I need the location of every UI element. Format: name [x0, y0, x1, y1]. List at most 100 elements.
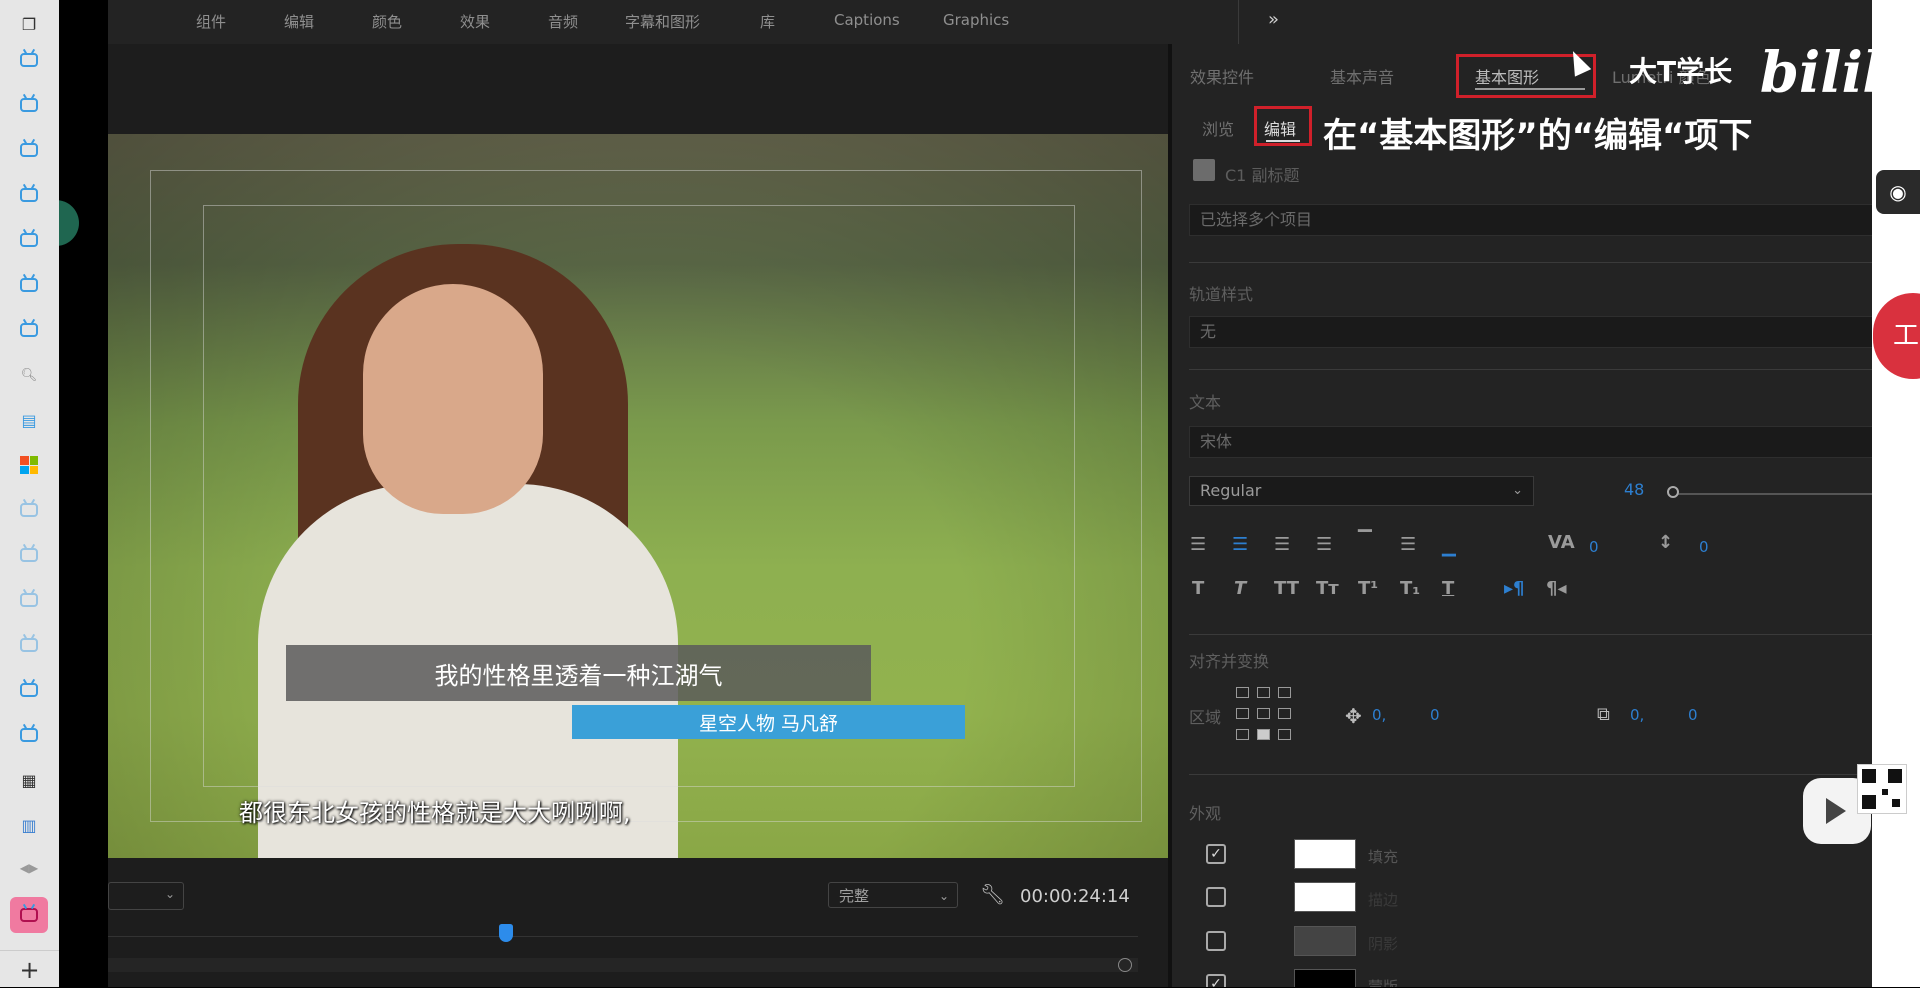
- monitor-controls: ⌄ 完整 ⌄ 🔧︎ 00:00:24:14: [108, 858, 1171, 987]
- bilibili-tab-icon[interactable]: [17, 723, 41, 747]
- fill-checkbox[interactable]: ✓: [1206, 844, 1226, 864]
- chevron-down-icon: ⌄: [938, 889, 949, 903]
- small-caps-icon[interactable]: Tт: [1316, 578, 1339, 599]
- position-x[interactable]: 0,: [1372, 706, 1386, 724]
- shadow-color-swatch[interactable]: [1294, 926, 1356, 956]
- tab-essential-sound[interactable]: 基本声音: [1330, 64, 1394, 88]
- superscript-icon[interactable]: T¹: [1358, 578, 1378, 599]
- wrench-icon[interactable]: 🔧︎: [980, 882, 1005, 906]
- ltr-direction-icon[interactable]: ▸¶: [1504, 578, 1525, 599]
- subtab-browse[interactable]: 浏览: [1202, 116, 1234, 140]
- bilibili-active-tab-icon[interactable]: [17, 903, 41, 927]
- leading-icon[interactable]: ↕: [1658, 532, 1673, 553]
- faux-bold-icon[interactable]: T: [1192, 578, 1204, 599]
- track-style-select[interactable]: 无: [1189, 316, 1872, 348]
- premiere-workspace-bar: 组件 编辑 颜色 效果 音频 字幕和图形 库 Captions Graphics…: [108, 0, 1872, 44]
- app-tab-icon[interactable]: ▥: [17, 813, 41, 837]
- letterbox: [59, 0, 108, 987]
- collapse-icon[interactable]: ◀▶: [17, 856, 41, 880]
- bilibili-tab-icon[interactable]: [17, 48, 41, 72]
- assistant-icon[interactable]: ◉: [1876, 170, 1920, 214]
- subtitle-main[interactable]: 我的性格里透着一种江湖气: [286, 645, 871, 701]
- stroke-checkbox[interactable]: [1206, 887, 1226, 907]
- position-y[interactable]: 0: [1430, 706, 1440, 724]
- shadow-checkbox[interactable]: [1206, 931, 1226, 951]
- quality-value: 完整: [839, 887, 870, 905]
- bilibili-tab-icon[interactable]: [17, 498, 41, 522]
- chevron-down-icon: ⌄: [1512, 483, 1523, 498]
- align-top-icon[interactable]: ▔: [1358, 530, 1372, 551]
- align-left-icon[interactable]: ☰: [1190, 534, 1206, 555]
- workspace-tab[interactable]: 字幕和图形: [625, 11, 700, 32]
- playback-quality-select[interactable]: 完整 ⌄: [828, 882, 958, 908]
- bilibili-tab-icon[interactable]: [17, 543, 41, 567]
- all-caps-icon[interactable]: TT: [1274, 578, 1299, 599]
- workspace-tab[interactable]: 效果: [460, 11, 490, 32]
- bilibili-tab-icon[interactable]: [17, 678, 41, 702]
- workspace-tab[interactable]: 组件: [196, 11, 226, 32]
- faux-italic-icon[interactable]: T: [1234, 578, 1246, 599]
- active-tab-underline: [1475, 88, 1585, 90]
- qr-code-icon[interactable]: [1857, 764, 1907, 814]
- font-style-select[interactable]: Regular ⌄: [1189, 476, 1534, 506]
- excel-tab-icon[interactable]: ▦: [17, 768, 41, 792]
- bilibili-tab-icon[interactable]: [17, 588, 41, 612]
- bilibili-tab-icon[interactable]: [17, 93, 41, 117]
- bilibili-tab-icon[interactable]: [17, 183, 41, 207]
- mask-color-swatch[interactable]: [1294, 969, 1356, 987]
- justify-icon[interactable]: ☰: [1316, 534, 1332, 555]
- tab-effect-controls[interactable]: 效果控件: [1190, 64, 1254, 88]
- scale-icon[interactable]: ⧉: [1597, 704, 1610, 725]
- stroke-label: 描边: [1368, 891, 1399, 909]
- align-center-icon[interactable]: ☰: [1232, 534, 1248, 555]
- bilibili-tab-icon[interactable]: [17, 228, 41, 252]
- font-size-slider[interactable]: [1670, 493, 1872, 495]
- zoom-select[interactable]: ⌄: [108, 882, 184, 910]
- workspace-tab[interactable]: 颜色: [372, 11, 402, 32]
- bilibili-tab-icon[interactable]: [17, 318, 41, 342]
- workspace-tab[interactable]: 编辑: [284, 11, 314, 32]
- shadow-label: 阴影: [1368, 935, 1399, 953]
- bilibili-tab-icon[interactable]: [17, 273, 41, 297]
- align-right-icon[interactable]: ☰: [1274, 534, 1290, 555]
- windows-tab-icon[interactable]: [17, 453, 41, 477]
- divider: [1189, 262, 1872, 263]
- leading-value[interactable]: 0: [1699, 538, 1709, 556]
- stroke-color-swatch[interactable]: [1294, 882, 1356, 912]
- rtl-direction-icon[interactable]: ¶◂: [1546, 578, 1567, 599]
- workspace-tab[interactable]: Graphics: [943, 11, 1009, 29]
- workspace-tab[interactable]: 库: [760, 11, 775, 32]
- selection-field[interactable]: 已选择多个项目: [1189, 204, 1872, 236]
- tracking-icon[interactable]: VA: [1548, 532, 1575, 553]
- playhead[interactable]: [499, 924, 514, 942]
- bilibili-tab-icon[interactable]: [17, 138, 41, 162]
- add-tab-button[interactable]: +: [0, 950, 59, 988]
- move-icon[interactable]: ✥: [1345, 704, 1362, 728]
- bilibili-tab-icon[interactable]: [17, 633, 41, 657]
- underline-icon[interactable]: T: [1442, 578, 1454, 599]
- scroll-handle-icon[interactable]: [1118, 958, 1132, 972]
- scale-x[interactable]: 0,: [1630, 706, 1644, 724]
- time-ruler[interactable]: [108, 936, 1138, 951]
- divider: [1189, 774, 1872, 775]
- font-size-value[interactable]: 48: [1624, 480, 1644, 499]
- align-bottom-icon[interactable]: ▁: [1442, 536, 1456, 557]
- subtitle-name[interactable]: 星空人物 马凡舒: [572, 705, 965, 739]
- video-frame[interactable]: 组件 编辑 颜色 效果 音频 字幕和图形 库 Captions Graphics…: [59, 0, 1872, 987]
- anchor-grid-icon[interactable]: [1236, 687, 1292, 745]
- align-middle-icon[interactable]: ☰: [1400, 534, 1416, 555]
- search-icon[interactable]: 🔍︎: [17, 363, 41, 387]
- font-size-slider-knob[interactable]: [1667, 486, 1679, 498]
- fill-color-swatch[interactable]: [1294, 839, 1356, 869]
- workspace-tab[interactable]: Captions: [834, 11, 900, 29]
- workspace-tab[interactable]: 音频: [548, 11, 578, 32]
- more-workspaces-icon[interactable]: »: [1268, 9, 1279, 30]
- scale-y[interactable]: 0: [1688, 706, 1698, 724]
- subscript-icon[interactable]: T₁: [1400, 578, 1420, 599]
- tracking-value[interactable]: 0: [1589, 538, 1599, 556]
- document-tab-icon[interactable]: ▤: [17, 408, 41, 432]
- zoom-scrollbar[interactable]: [108, 958, 1138, 972]
- font-family-select[interactable]: 宋体: [1189, 426, 1872, 458]
- sidebar-toggle-icon[interactable]: ❐: [17, 12, 41, 36]
- mask-checkbox[interactable]: ✓: [1206, 974, 1226, 987]
